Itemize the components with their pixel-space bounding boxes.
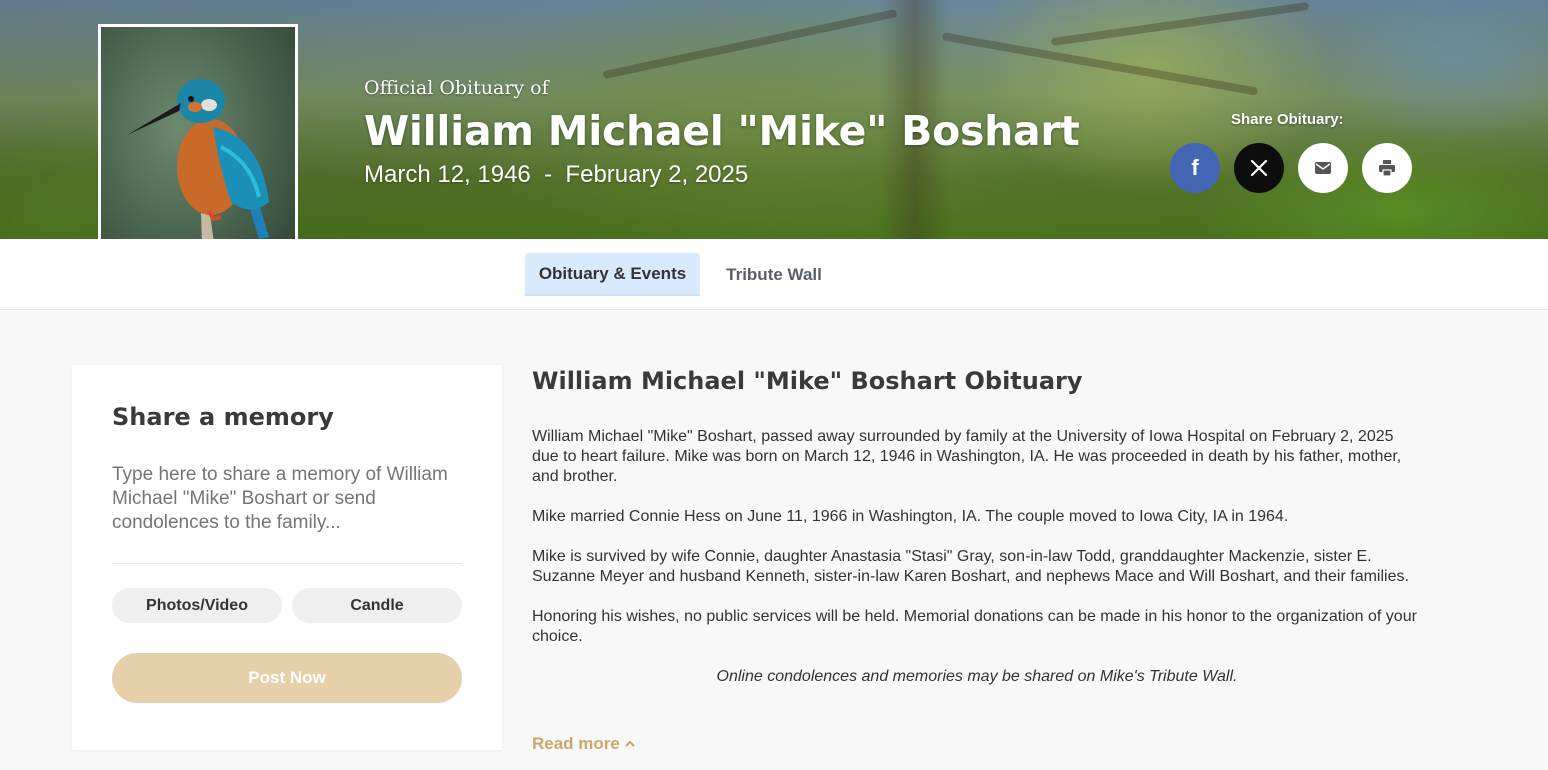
divider [112,563,462,564]
hero-text: Official Obituary of William Michael "Mi… [364,76,1080,190]
tab-bar: Obituary & Events Tribute Wall [0,239,1548,310]
tab-tribute-wall[interactable]: Tribute Wall [710,253,838,296]
print-button[interactable] [1362,143,1412,193]
read-more-link[interactable]: Read more [532,734,636,754]
obituary-paragraph: William Michael "Mike" Boshart, passed a… [532,428,1402,485]
x-icon [1250,159,1268,177]
obituary-title: William Michael "Mike" Boshart Obituary [532,367,1083,395]
obituary-paragraph: Honoring his wishes, no public services … [532,608,1417,645]
official-label: Official Obituary of [364,77,549,99]
share-email-button[interactable] [1298,143,1348,193]
share-memory-title: Share a memory [112,403,334,431]
obituary-paragraph: Mike is survived by wife Connie, daughte… [532,548,1409,585]
share-memory-card: Share a memory Photos/Video Candle Post … [72,365,502,750]
life-dates: March 12, 1946 - February 2, 2025 [364,161,749,188]
chevron-up-icon [625,740,635,747]
tab-obituary-events[interactable]: Obituary & Events [525,253,700,296]
share-facebook-button[interactable]: f [1170,143,1220,193]
candle-button[interactable]: Candle [292,588,462,623]
photos-video-button[interactable]: Photos/Video [112,588,282,623]
post-now-button[interactable]: Post Now [112,653,462,703]
print-icon [1379,160,1395,177]
obituary-closing: Online condolences and memories may be s… [716,668,1238,685]
memory-input[interactable] [112,463,462,551]
share-x-button[interactable] [1234,143,1284,193]
facebook-icon: f [1191,155,1199,180]
obituary-section: William Michael "Mike" Boshart Obituary … [532,366,1422,687]
deceased-name: William Michael "Mike" Boshart [364,107,1080,155]
obituary-paragraph: Mike married Connie Hess on June 11, 196… [532,508,1289,525]
share-label: Share Obituary: [1231,111,1344,128]
read-more-label: Read more [532,734,620,753]
email-icon [1315,162,1331,174]
